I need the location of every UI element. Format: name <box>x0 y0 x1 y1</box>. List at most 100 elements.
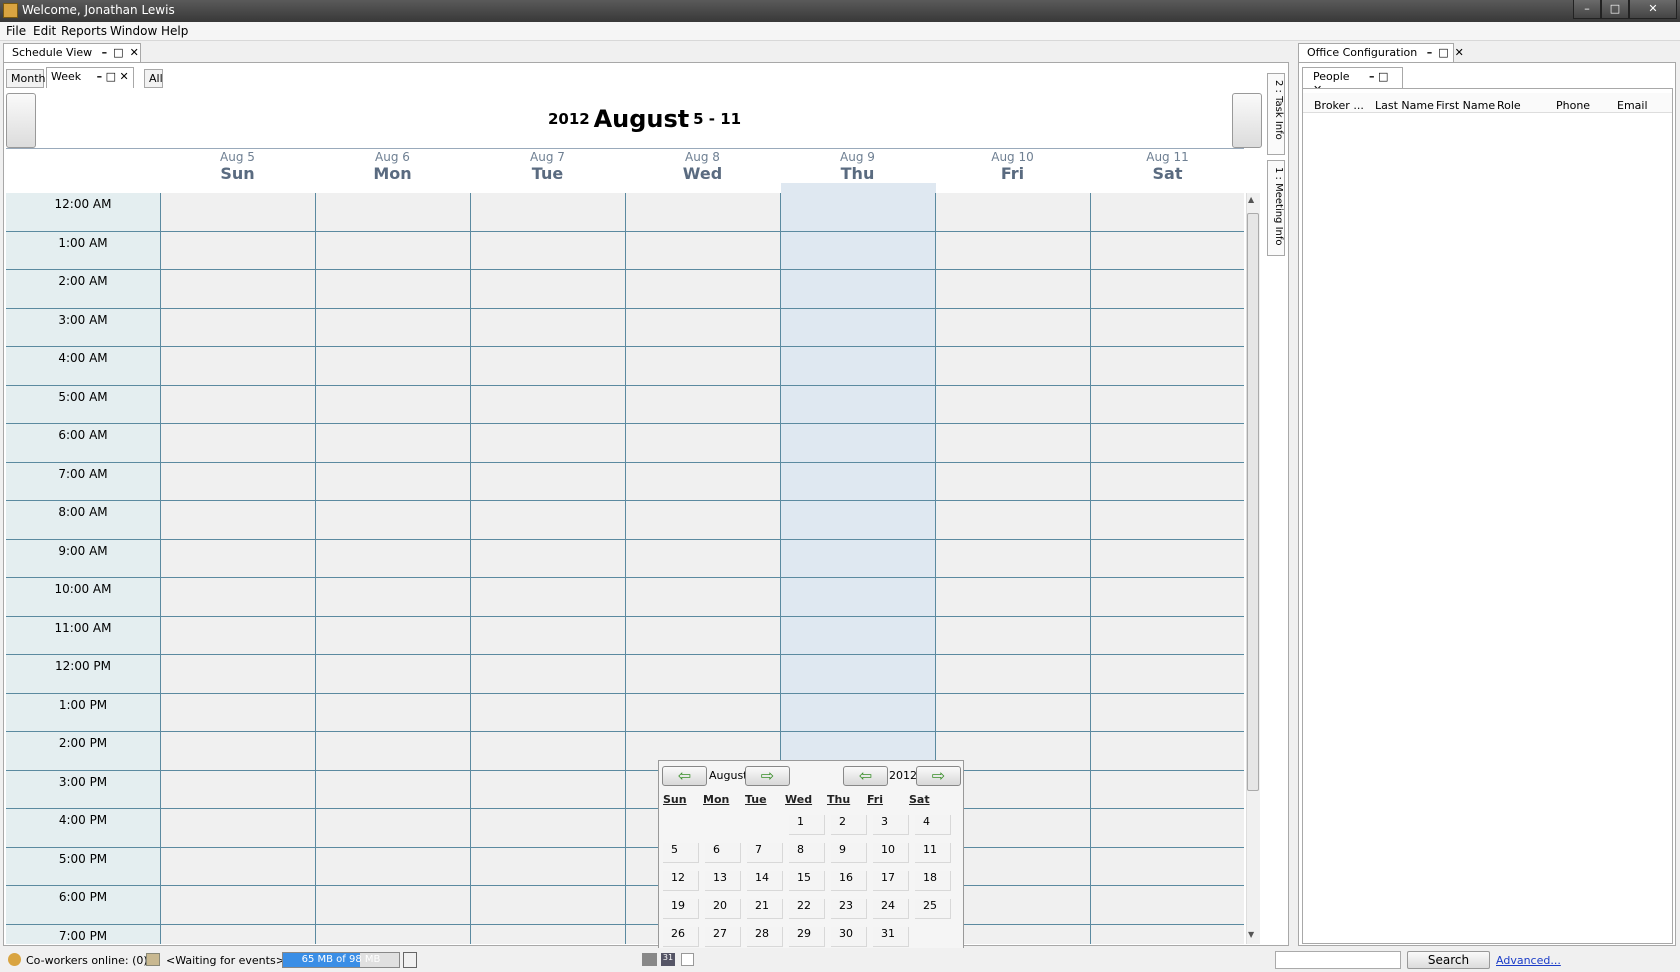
minical-day[interactable]: 2 <box>831 815 867 835</box>
subtab-people[interactable]: People – □ ✕ <box>1302 67 1403 96</box>
prev-year-arrow-icon[interactable]: ⇦ <box>843 766 888 786</box>
minical-day[interactable]: 21 <box>747 899 783 919</box>
maximize-button[interactable]: □ <box>1601 0 1629 19</box>
column-header-first-name[interactable]: First Name <box>1436 99 1495 112</box>
minimize-icon[interactable]: – <box>1427 46 1433 59</box>
minimize-button[interactable]: – <box>1573 0 1601 19</box>
minical-day[interactable]: 20 <box>705 899 741 919</box>
column-header-broker[interactable]: Broker ... <box>1314 99 1364 112</box>
minical-day[interactable]: 22 <box>789 899 825 919</box>
minical-day[interactable]: 8 <box>789 843 825 863</box>
scroll-up-icon[interactable]: ▲ <box>1248 195 1254 204</box>
advanced-link[interactable]: Advanced... <box>1496 954 1561 967</box>
time-label: 7:00 PM <box>58 929 108 943</box>
day-header-sat[interactable]: Aug 11 Sat <box>1090 150 1245 183</box>
minical-day[interactable]: 16 <box>831 871 867 891</box>
minical-day[interactable]: 28 <box>747 927 783 947</box>
tab-office-configuration[interactable]: Office Configuration – □ ✕ <box>1298 43 1464 62</box>
day-header-tue[interactable]: Aug 7 Tue <box>470 150 625 183</box>
subtab-month[interactable]: Month <box>6 69 45 88</box>
note-icon[interactable] <box>681 953 694 966</box>
menu-file[interactable]: File <box>6 24 26 38</box>
minimize-icon[interactable]: – <box>97 70 103 83</box>
title-bar: Welcome, Jonathan Lewis – □ ✕ <box>0 0 1680 22</box>
day-header-sun[interactable]: Aug 5 Sun <box>160 150 315 183</box>
menu-bar: File Edit Reports Window Help <box>0 22 1680 41</box>
minical-day[interactable]: 15 <box>789 871 825 891</box>
minical-day[interactable]: 19 <box>663 899 699 919</box>
minical-day[interactable]: 7 <box>747 843 783 863</box>
calendar-icon[interactable]: 31 <box>661 953 675 966</box>
day-header-fri[interactable]: Aug 10 Fri <box>935 150 1090 183</box>
maximize-icon[interactable]: □ <box>113 46 123 59</box>
next-month-arrow-icon[interactable]: ⇨ <box>745 766 790 786</box>
menu-edit[interactable]: Edit <box>33 24 56 38</box>
side-tab-meeting-info[interactable]: 1 : Meeting Info <box>1267 160 1285 256</box>
day-column-sun[interactable] <box>160 193 315 944</box>
minical-day[interactable]: 27 <box>705 927 741 947</box>
column-header-phone[interactable]: Phone <box>1556 99 1590 112</box>
day-column-sat[interactable] <box>1090 193 1244 944</box>
minical-day[interactable]: 6 <box>705 843 741 863</box>
calculator-icon[interactable] <box>642 953 657 966</box>
next-year-arrow-icon[interactable]: ⇨ <box>916 766 961 786</box>
minical-day[interactable]: 4 <box>915 815 951 835</box>
minical-day[interactable]: 1 <box>789 815 825 835</box>
minical-day[interactable]: 23 <box>831 899 867 919</box>
day-column-mon[interactable] <box>315 193 470 944</box>
menu-reports[interactable]: Reports <box>61 24 107 38</box>
minical-day[interactable]: 25 <box>915 899 951 919</box>
prev-week-button[interactable] <box>6 93 36 148</box>
day-header-wed[interactable]: Aug 8 Wed <box>625 150 780 183</box>
window-title: Welcome, Jonathan Lewis <box>22 3 175 17</box>
minical-day[interactable]: 31 <box>873 927 909 947</box>
close-icon[interactable]: ✕ <box>1455 46 1464 59</box>
minical-day[interactable]: 17 <box>873 871 909 891</box>
close-button[interactable]: ✕ <box>1629 0 1677 19</box>
search-input[interactable] <box>1275 951 1401 969</box>
day-header-mon[interactable]: Aug 6 Mon <box>315 150 470 183</box>
maximize-icon[interactable]: □ <box>1438 46 1448 59</box>
minical-day[interactable]: 3 <box>873 815 909 835</box>
close-icon[interactable]: ✕ <box>130 46 139 59</box>
minical-day[interactable]: 10 <box>873 843 909 863</box>
grid-hline <box>6 693 1244 694</box>
minical-day[interactable]: 30 <box>831 927 867 947</box>
minical-day[interactable]: 24 <box>873 899 909 919</box>
minical-day[interactable]: 12 <box>663 871 699 891</box>
day-column-tue[interactable] <box>470 193 625 944</box>
minimize-icon[interactable]: – <box>1369 70 1375 83</box>
side-tab-task-info[interactable]: 2 : Task Info <box>1267 73 1285 155</box>
minical-day[interactable]: 18 <box>915 871 951 891</box>
menu-help[interactable]: Help <box>161 24 188 38</box>
day-weekday: Fri <box>1000 164 1025 183</box>
time-label: 8:00 AM <box>58 505 108 519</box>
minical-day[interactable]: 29 <box>789 927 825 947</box>
column-header-last-name[interactable]: Last Name <box>1375 99 1434 112</box>
menu-window[interactable]: Window <box>110 24 157 38</box>
minical-day[interactable]: 26 <box>663 927 699 947</box>
column-header-email[interactable]: Email <box>1617 99 1648 112</box>
next-week-button[interactable] <box>1232 93 1262 148</box>
minical-day[interactable]: 5 <box>663 843 699 863</box>
minical-day[interactable]: 13 <box>705 871 741 891</box>
scroll-down-icon[interactable]: ▼ <box>1248 930 1254 939</box>
maximize-icon[interactable]: □ <box>1378 70 1388 83</box>
minical-day[interactable]: 9 <box>831 843 867 863</box>
tab-schedule-view[interactable]: Schedule View – □ ✕ <box>3 43 141 62</box>
minical-day[interactable]: 14 <box>747 871 783 891</box>
subtab-week[interactable]: Week – □ ✕ <box>46 67 134 88</box>
grid-hline <box>6 808 1244 809</box>
close-icon[interactable]: ✕ <box>120 70 129 83</box>
subtab-all[interactable]: All <box>144 69 163 88</box>
day-header-today[interactable]: Aug 9 Thu <box>780 150 935 183</box>
coworkers-status: Co-workers online: (0) <box>26 954 148 967</box>
scrollbar-thumb[interactable] <box>1247 213 1259 791</box>
prev-month-arrow-icon[interactable]: ⇦ <box>662 766 707 786</box>
search-button[interactable]: Search <box>1407 951 1490 969</box>
column-header-role[interactable]: Role <box>1497 99 1521 112</box>
minimize-icon[interactable]: – <box>102 46 108 59</box>
garbage-collect-icon[interactable] <box>403 952 417 968</box>
maximize-icon[interactable]: □ <box>106 70 116 83</box>
minical-day[interactable]: 11 <box>915 843 951 863</box>
